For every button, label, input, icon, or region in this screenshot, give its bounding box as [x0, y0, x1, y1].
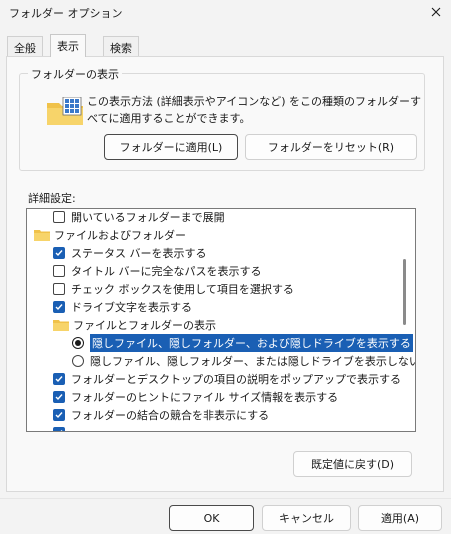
- close-button[interactable]: [421, 0, 451, 24]
- setting-hide-merge-conflicts[interactable]: フォルダーの結合の競合を非表示にする: [53, 406, 269, 424]
- checkbox[interactable]: [53, 391, 65, 403]
- reset-folders-button[interactable]: フォルダーをリセット(R): [245, 134, 417, 160]
- radio-button[interactable]: [72, 337, 84, 349]
- category-files-and-folders: ファイルおよびフォルダー: [34, 226, 186, 244]
- folder-icon: [34, 230, 50, 241]
- checkbox[interactable]: [53, 265, 65, 277]
- checkmark-icon: [55, 304, 63, 311]
- advanced-settings-label: 詳細設定:: [28, 192, 76, 205]
- tab-general[interactable]: 全般: [7, 36, 43, 56]
- setting-label: チェック ボックスを使用して項目を選択する: [71, 283, 294, 296]
- checkmark-icon: [55, 250, 63, 257]
- window-title: フォルダー オプション: [9, 7, 123, 20]
- category-label: ファイルおよびフォルダー: [54, 229, 186, 242]
- checkmark-icon: [55, 412, 63, 419]
- setting-label: 隠しファイル、隠しフォルダー、および隠しドライブを表示する: [90, 334, 413, 352]
- checkbox[interactable]: [53, 427, 65, 431]
- ok-button[interactable]: OK: [169, 505, 254, 531]
- setting-popup-descriptions[interactable]: フォルダーとデスクトップの項目の説明をポップアップで表示する: [53, 370, 401, 388]
- setting-label: タイトル バーに完全なパスを表示する: [71, 265, 262, 278]
- restore-defaults-button[interactable]: 既定値に戻す(D): [293, 451, 412, 477]
- checkbox[interactable]: [53, 247, 65, 259]
- radio-button[interactable]: [72, 355, 84, 367]
- setting-label: ステータス バーを表示する: [71, 247, 207, 260]
- setting-expand-to-open-folder[interactable]: 開いているフォルダーまで展開: [53, 209, 225, 226]
- checkbox[interactable]: [53, 409, 65, 421]
- setting-show-drive-letters[interactable]: ドライブ文字を表示する: [53, 298, 192, 316]
- setting-file-size-in-tips[interactable]: フォルダーのヒントにファイル サイズ情報を表示する: [53, 388, 338, 406]
- setting-use-check-boxes[interactable]: チェック ボックスを使用して項目を選択する: [53, 280, 294, 298]
- checkmark-icon: [60, 430, 63, 431]
- setting-label: フォルダーのヒントにファイル サイズ情報を表示する: [71, 391, 339, 404]
- scrollbar-thumb[interactable]: [403, 259, 406, 325]
- checkbox[interactable]: [53, 373, 65, 385]
- cancel-button[interactable]: キャンセル: [262, 505, 351, 531]
- folder-view-description: この表示方法 (詳細表示やアイコンなど) をこの種類のフォルダーすべてに適用する…: [87, 95, 422, 125]
- setting-label: ドライブ文字を表示する: [71, 301, 192, 314]
- setting-full-path-in-title[interactable]: タイトル バーに完全なパスを表示する: [53, 262, 262, 280]
- setting-label: 隠しファイル、隠しフォルダー、または隠しドライブを表示しない: [90, 355, 416, 368]
- folder-view-icon: [47, 97, 83, 125]
- category-hidden-files: ファイルとフォルダーの表示: [53, 316, 216, 334]
- apply-to-folders-button[interactable]: フォルダーに適用(L): [104, 134, 238, 160]
- setting-show-status-bar[interactable]: ステータス バーを表示する: [53, 244, 207, 262]
- close-icon: [431, 7, 441, 17]
- checkmark-icon: [55, 376, 63, 383]
- checkbox[interactable]: [53, 211, 65, 223]
- footer-separator: [0, 498, 451, 499]
- setting-partially-visible[interactable]: [53, 424, 71, 431]
- setting-label: 開いているフォルダーまで展開: [71, 211, 225, 224]
- checkbox[interactable]: [53, 283, 65, 295]
- tab-view[interactable]: 表示: [50, 34, 86, 57]
- advanced-settings-tree[interactable]: 開いているフォルダーまで展開 ファイルおよびフォルダー ステータス バーを表示す…: [26, 208, 416, 432]
- setting-show-hidden-files[interactable]: 隠しファイル、隠しフォルダー、および隠しドライブを表示する: [72, 334, 413, 352]
- folder-icon: [53, 320, 69, 331]
- folder-view-legend: フォルダーの表示: [28, 66, 122, 82]
- setting-label: フォルダーとデスクトップの項目の説明をポップアップで表示する: [71, 373, 401, 386]
- checkbox[interactable]: [53, 301, 65, 313]
- apply-button[interactable]: 適用(A): [358, 505, 442, 531]
- title-bar: フォルダー オプション: [0, 0, 451, 24]
- category-label: ファイルとフォルダーの表示: [73, 319, 216, 332]
- setting-label: フォルダーの結合の競合を非表示にする: [71, 409, 270, 422]
- tab-search[interactable]: 検索: [103, 36, 139, 56]
- setting-hide-hidden-files[interactable]: 隠しファイル、隠しフォルダー、または隠しドライブを表示しない: [72, 352, 416, 370]
- checkmark-icon: [55, 394, 63, 401]
